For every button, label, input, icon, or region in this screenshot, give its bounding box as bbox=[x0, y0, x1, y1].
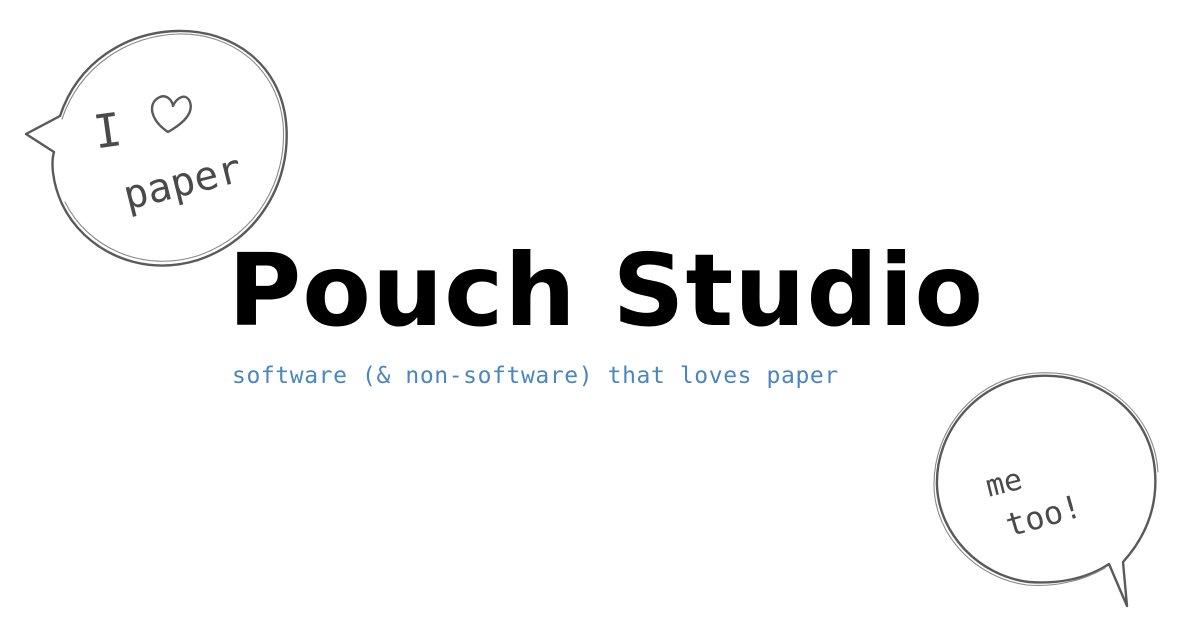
site-tagline: software (& non-software) that loves pap… bbox=[232, 363, 839, 389]
bubble-left-line2: paper bbox=[119, 146, 247, 220]
heart-icon bbox=[150, 95, 192, 134]
speech-bubble-right-drawing: me too! bbox=[933, 372, 1159, 608]
social-card: I paper me too! Pouch Studio software (&… bbox=[0, 0, 1200, 630]
site-title: Pouch Studio bbox=[228, 232, 985, 349]
bubble-left-line1: I bbox=[90, 102, 125, 159]
speech-bubble-right: me too! bbox=[925, 368, 1170, 613]
bubble-right-line1: me bbox=[982, 462, 1026, 505]
